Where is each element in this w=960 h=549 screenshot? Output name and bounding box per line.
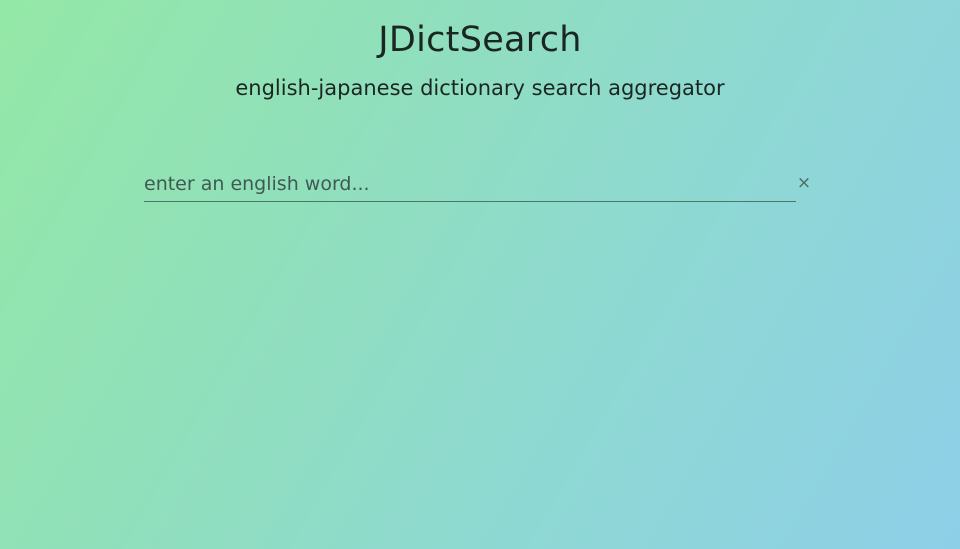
page-subtitle: english-japanese dictionary search aggre… bbox=[235, 76, 725, 100]
close-icon[interactable]: × bbox=[795, 173, 813, 193]
search-field bbox=[144, 168, 796, 202]
page-title: JDictSearch bbox=[378, 20, 582, 60]
page: JDictSearch english-japanese dictionary … bbox=[0, 0, 960, 549]
search-input[interactable] bbox=[144, 168, 796, 200]
